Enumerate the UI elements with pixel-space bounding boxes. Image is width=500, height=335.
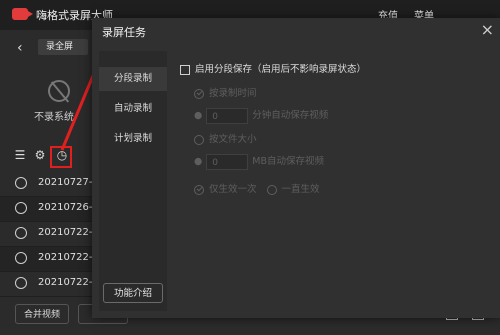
always-label: 一直生效 <box>281 184 320 195</box>
settings-icon[interactable]: ⚙ <box>32 147 48 163</box>
list-item[interactable]: 20210722-16 <box>0 222 105 247</box>
list-item[interactable]: 20210727-13 <box>0 172 105 197</box>
select-radio[interactable] <box>15 177 27 189</box>
by-size-option[interactable]: 按文件大小 <box>194 131 257 145</box>
by-size-label: 按文件大小 <box>209 134 257 145</box>
dialog-title: 录屏任务 <box>102 26 146 39</box>
audio-off-icon <box>48 80 70 102</box>
size-input[interactable]: 0 <box>206 153 249 170</box>
segment-settings: 启用分段保存（启用后不影响录屏状态） 按录制时间 ● 0 分钟自动保存视频 按文件大… <box>178 51 492 311</box>
duration-suffix: 分钟自动保存视频 <box>252 110 329 121</box>
nav-item-segment[interactable]: 分段录制 <box>99 67 167 91</box>
record-mode-chip[interactable]: 录全屏 <box>38 39 88 55</box>
size-bullet-icon: ● <box>194 156 203 167</box>
only-once-label: 仅生效一次 <box>209 184 257 195</box>
only-once-radio[interactable] <box>194 184 204 195</box>
audio-status-label: 不录系统 <box>34 112 74 123</box>
duration-row: ● 0 分钟自动保存视频 <box>194 107 328 124</box>
feature-intro-button[interactable]: 功能介绍 <box>103 283 163 303</box>
nav-item-schedule[interactable]: 计划录制 <box>99 127 167 151</box>
select-radio[interactable] <box>15 252 27 264</box>
list-item[interactable]: 20210722-13 <box>0 272 105 297</box>
nav-item-auto[interactable]: 自动录制 <box>99 97 167 121</box>
select-radio[interactable] <box>15 277 27 289</box>
enable-segment-option[interactable]: 启用分段保存（启用后不影响录屏状态） <box>180 61 366 75</box>
size-suffix: MB自动保存视频 <box>252 156 325 167</box>
always-radio[interactable] <box>266 184 277 195</box>
list-icon[interactable]: ☰ <box>12 147 28 163</box>
by-duration-label: 按录制时间 <box>209 88 257 99</box>
dialog-nav: 分段录制 自动录制 计划录制 功能介绍 <box>99 51 167 311</box>
back-icon[interactable]: ‹ <box>17 40 23 56</box>
timer-highlight-box <box>50 146 72 168</box>
enable-segment-label: 启用分段保存（启用后不影响录屏状态） <box>195 64 367 75</box>
list-item[interactable]: 20210726-14 <box>0 197 105 222</box>
frequency-options: 仅生效一次 一直生效 <box>194 181 320 195</box>
size-row: ● 0 MB自动保存视频 <box>194 153 324 170</box>
duration-input[interactable]: 0 <box>206 107 249 124</box>
by-duration-radio[interactable] <box>194 88 204 99</box>
select-radio[interactable] <box>15 202 27 214</box>
recording-list: 20210727-13 20210726-14 20210722-16 2021… <box>0 172 105 297</box>
merge-video-button[interactable]: 合并视频 <box>15 304 69 324</box>
enable-segment-checkbox[interactable] <box>180 64 190 75</box>
record-task-dialog: 录屏任务 × 分段录制 自动录制 计划录制 功能介绍 启用分段保存（启用后不影响… <box>92 18 500 318</box>
select-radio[interactable] <box>15 227 27 239</box>
app-logo-icon <box>12 8 33 20</box>
close-icon[interactable]: × <box>481 20 494 39</box>
by-size-radio[interactable] <box>194 134 204 145</box>
list-item[interactable]: 20210722-16 <box>0 247 105 272</box>
duration-bullet-icon: ● <box>194 110 203 121</box>
by-duration-option[interactable]: 按录制时间 <box>194 85 257 99</box>
